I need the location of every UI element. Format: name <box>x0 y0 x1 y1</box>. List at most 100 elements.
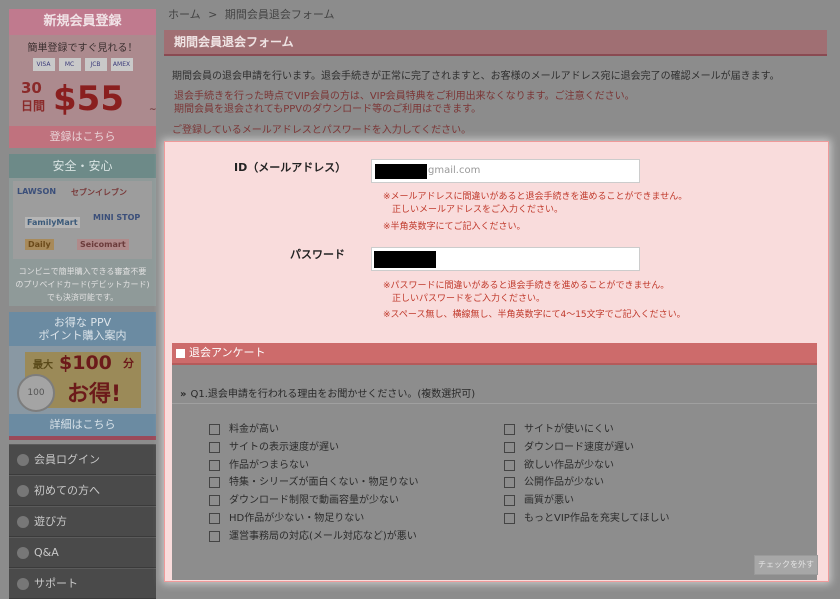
checkbox[interactable] <box>504 459 515 471</box>
checkbox[interactable] <box>504 512 515 524</box>
option-hd-few[interactable]: HD作品が少ない・物足りない <box>209 509 364 524</box>
coin-icon: 100 <box>17 374 55 412</box>
ppv-otoku: お得! <box>67 382 122 407</box>
option-price-high[interactable]: 料金が高い <box>209 420 279 435</box>
checkbox[interactable] <box>504 494 515 506</box>
option-support-bad[interactable]: 運営事務局の対応(メール対応など)が悪い <box>209 527 417 542</box>
email-redaction <box>375 164 427 179</box>
checkbox[interactable] <box>209 441 220 453</box>
survey-header: 退会アンケート <box>172 343 817 365</box>
sidebar-item-how-to[interactable]: 遊び方 <box>9 506 156 537</box>
info-icon <box>17 485 29 497</box>
option-download-slow[interactable]: ダウンロード速度が遅い <box>504 438 634 453</box>
familymart-logo: FamilyMart <box>25 217 80 228</box>
price-days-unit: 日間 <box>21 99 46 113</box>
price-tilde: ~ <box>149 105 156 115</box>
email-value: gmail.com <box>428 165 481 176</box>
checkbox[interactable] <box>209 476 220 488</box>
option-hard-to-use[interactable]: サイトが使いにくい <box>504 420 614 435</box>
play-icon <box>17 516 29 528</box>
breadcrumb-home[interactable]: ホーム <box>168 8 201 21</box>
check-icon <box>176 348 185 358</box>
seven-eleven-logo: セブンイレブン <box>71 188 127 197</box>
intro-text: 期間会員の退会申請を行います。退会手続きが正常に完了されますと、お客様のメールア… <box>172 71 780 82</box>
email-note-1: ※メールアドレスに間違いがあると退会手続きを進めることができません。 <box>383 192 688 202</box>
register-banner[interactable]: 新規会員登録 簡単登録ですぐ見れる！ VISA MC JCB AMEX 30 日… <box>9 9 156 148</box>
checkbox[interactable] <box>209 494 220 506</box>
checkbox[interactable] <box>209 423 220 435</box>
safety-text: コンビニで簡単購入できる審査不要 のプリペイドカード(デビットカード) でも決済… <box>15 267 150 302</box>
email-note-2: 正しいメールアドレスをご入力ください。 <box>383 205 564 215</box>
option-download-limit[interactable]: ダウンロード制限で動画容量が少ない <box>209 491 399 506</box>
sidebar-item-support[interactable]: サポート <box>9 568 156 599</box>
breadcrumb-current: 期間会員退会フォーム <box>224 8 335 21</box>
option-series[interactable]: 特集・シリーズが面白くない・物足りない <box>209 473 419 488</box>
breadcrumb: ホーム > 期間会員退会フォーム <box>168 6 335 22</box>
ministop-logo: MINI STOP <box>93 213 141 222</box>
amex-icon: AMEX <box>110 58 133 71</box>
sidebar-menu: 会員ログイン 初めての方へ 遊び方 Q&A サポート <box>9 444 156 599</box>
option-boring[interactable]: 作品がつまらない <box>209 456 309 471</box>
sidebar-item-faq[interactable]: Q&A <box>9 537 156 568</box>
checkbox[interactable] <box>209 530 220 542</box>
checkbox[interactable] <box>504 476 515 488</box>
register-link[interactable]: 登録はこちら <box>9 126 156 148</box>
price-offer: 30 日間 $55 ~ <box>21 79 156 123</box>
lawson-logo: LAWSON <box>17 187 57 196</box>
email-field[interactable]: gmail.com <box>371 159 640 183</box>
option-more-vip[interactable]: もっとVIP作品を充実してほしい <box>504 509 670 524</box>
mastercard-icon: MC <box>58 58 81 71</box>
safety-banner: 安全・安心 LAWSON セブンイレブン FamilyMart MINI STO… <box>9 154 156 306</box>
sidebar-item-first-time[interactable]: 初めての方へ <box>9 475 156 506</box>
ppv-title: お得な PPV ポイント購入案内 <box>9 312 156 346</box>
checkbox[interactable] <box>209 459 220 471</box>
seicomart-logo: Seicomart <box>77 239 129 250</box>
checkbox[interactable] <box>504 423 515 435</box>
option-few-wanted[interactable]: 欲しい作品が少ない <box>504 456 614 471</box>
password-note-2: 正しいパスワードをご入力ください。 <box>383 294 546 304</box>
price-value: $55 <box>53 79 124 119</box>
password-note-1: ※パスワードに間違いがあると退会手続きを進めることができません。 <box>383 281 670 291</box>
option-bad-quality[interactable]: 画質が悪い <box>504 491 574 506</box>
survey-question: » Q1.退会申請を行われる理由をお聞かせください。(複数選択可) <box>180 389 476 400</box>
checkbox[interactable] <box>504 441 515 453</box>
password-note-3: ※スペース無し、横線無し、半角英数字にて4～15文字でご記入ください。 <box>383 310 686 320</box>
ppv-banner[interactable]: お得な PPV ポイント購入案内 最大 $100 分 お得! 100 詳細はこち… <box>9 312 156 436</box>
email-note-3: ※半角英数字にてご記入ください。 <box>383 222 526 232</box>
option-few-published[interactable]: 公開作品が少ない <box>504 473 604 488</box>
ppv-amount-suffix: 分 <box>123 357 134 370</box>
lock-icon <box>17 454 29 466</box>
register-subtitle: 簡単登録ですぐ見れる！ <box>27 43 138 54</box>
safety-title: 安全・安心 <box>9 154 156 178</box>
visa-icon: VISA <box>32 58 55 71</box>
sidebar: 新規会員登録 簡単登録ですぐ見れる！ VISA MC JCB AMEX 30 日… <box>9 9 156 599</box>
menu-accent <box>9 436 156 440</box>
page-title: 期間会員退会フォーム <box>174 35 294 49</box>
survey-divider <box>172 403 817 404</box>
uncheck-button[interactable]: チェックを外す <box>754 555 818 575</box>
question-icon <box>17 547 29 559</box>
daily-logo: Daily <box>25 239 54 250</box>
double-chevron-icon: » <box>180 389 187 400</box>
register-title: 新規会員登録 <box>9 9 156 35</box>
jcb-icon: JCB <box>84 58 107 71</box>
ppv-notice: 期間会員を退会されてもPPVのダウンロード等のご利用はできます。 <box>174 104 482 115</box>
password-label: パスワード <box>290 248 345 261</box>
ppv-offer-badge: 最大 $100 分 お得! 100 <box>17 352 141 412</box>
card-brands: VISA MC JCB AMEX <box>9 58 156 71</box>
price-days: 30 <box>21 79 42 97</box>
sidebar-item-login[interactable]: 会員ログイン <box>9 444 156 475</box>
option-site-slow[interactable]: サイトの表示速度が遅い <box>209 438 339 453</box>
ppv-amount: $100 <box>59 352 112 374</box>
ppv-max: 最大 <box>33 360 53 371</box>
password-redaction <box>374 251 436 268</box>
page-title-bar: 期間会員退会フォーム <box>164 30 827 56</box>
input-instruction: ご登録しているメールアドレスとパスワードを入力してください。 <box>172 125 472 136</box>
ppv-detail-link[interactable]: 詳細はこちら <box>9 414 156 436</box>
store-logos: LAWSON セブンイレブン FamilyMart MINI STOP Dail… <box>13 181 152 259</box>
survey-title: 退会アンケート <box>189 346 266 359</box>
checkbox[interactable] <box>209 512 220 524</box>
breadcrumb-separator: > <box>208 8 218 21</box>
password-field[interactable] <box>371 247 640 271</box>
email-label: ID（メールアドレス） <box>234 161 347 174</box>
